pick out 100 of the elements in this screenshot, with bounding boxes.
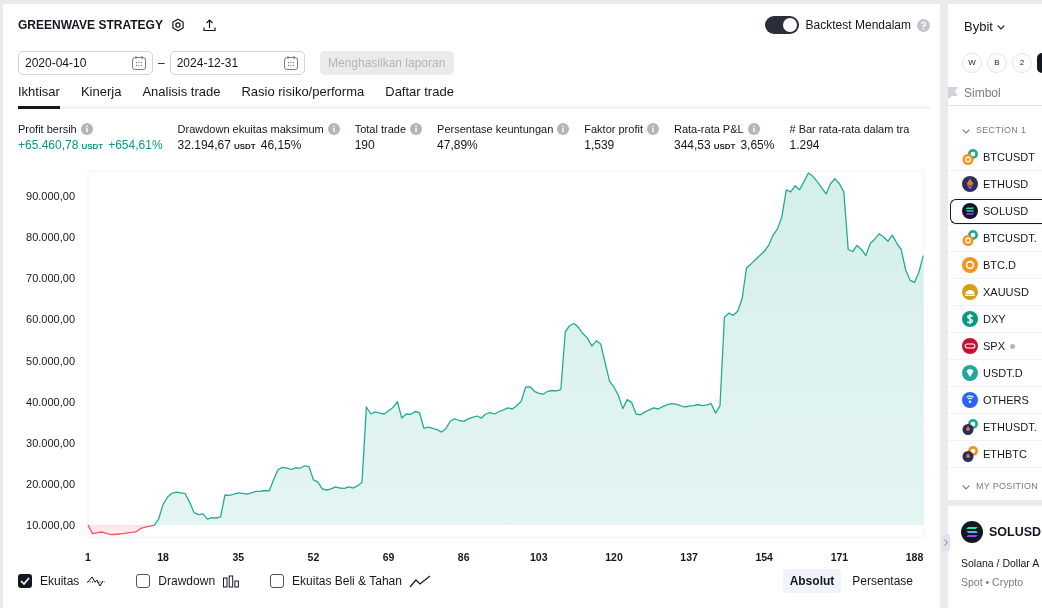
metric-label: # Bar rata-rata dalam tra <box>789 121 910 137</box>
metric-label: Faktor profit <box>584 121 643 137</box>
filter-chip[interactable]: 2 <box>1012 53 1032 73</box>
watchlist-item[interactable]: XAUUSD <box>950 279 1042 305</box>
watchlist-item[interactable]: ETHUSD <box>950 171 1042 197</box>
chevron-down-icon <box>962 484 970 490</box>
y-axis-label: 70.000,00 <box>26 272 75 285</box>
calendar-icon[interactable] <box>282 55 299 71</box>
y-axis-label: 90.000,00 <box>26 190 75 202</box>
x-axis-label: 35 <box>232 551 245 563</box>
checkbox-label: Drawdown <box>158 573 216 590</box>
watchlist-item[interactable]: ETHBTC <box>950 441 1042 467</box>
checkbox-label: Ekuitas Beli & Tahan <box>292 573 402 590</box>
metric-value: 344,53 <box>673 137 711 153</box>
x-axis-label: 86 <box>457 551 470 563</box>
date-field[interactable]: 2024-12-31 <box>169 51 305 75</box>
stripes-coin-icon <box>962 203 978 219</box>
watchlist-item[interactable]: DXY <box>950 306 1042 332</box>
metric-value: +65.460,78 <box>18 137 79 153</box>
checkmark-icon <box>20 577 30 585</box>
watchlist-item[interactable]: BTCUSDT. <box>950 225 1042 251</box>
x-axis-label: 103 <box>530 551 548 563</box>
watchlist-item[interactable]: OTHERS <box>950 387 1042 413</box>
filter-chip[interactable]: W <box>962 53 982 73</box>
metric-value: 32.194,67 <box>177 137 231 153</box>
upload-icon[interactable] <box>202 18 216 32</box>
checkbox-label: Ekuitas <box>40 573 80 590</box>
watchlist-item[interactable]: BTC.D <box>950 252 1042 278</box>
metric-label: Persentase keuntungan <box>437 121 554 137</box>
metric-label: Drawdown ekuitas maksimum <box>177 121 324 137</box>
metric-value: 190 <box>354 137 375 153</box>
chevron-down-icon <box>996 24 1005 30</box>
section-header[interactable]: MY POSITION <box>948 476 1042 498</box>
y-axis-label: 80.000,00 <box>26 231 75 244</box>
watchlist-item[interactable]: USDT.D <box>950 360 1042 386</box>
filter-chip[interactable]: B <box>987 53 1007 73</box>
date-field[interactable]: 2020-04-10 <box>18 51 153 75</box>
settings-icon[interactable] <box>170 18 185 32</box>
metric-percent: +654,61% <box>108 137 163 153</box>
x-axis-label: 52 <box>307 551 320 563</box>
x-axis-label: 154 <box>755 551 773 563</box>
metric-label: Rata-rata P&L <box>673 121 744 137</box>
line-chart-icon <box>408 574 431 588</box>
strategy-title: GREENWAVE STRATEGY <box>18 17 163 34</box>
pill-coin-icon <box>962 338 978 354</box>
coin-pair-icon <box>962 419 978 435</box>
metric-value: 47,89% <box>437 137 478 153</box>
chevron-down-icon <box>962 128 970 134</box>
column-header: Simbol <box>964 84 1001 102</box>
toggle-label: Backtest Mendalam <box>805 17 911 34</box>
watchlist-item[interactable]: ETHUSDT. <box>950 414 1042 440</box>
scale-option[interactable]: Absolut <box>782 569 842 593</box>
x-axis-label: 171 <box>830 551 849 563</box>
date-separator: – <box>158 55 165 72</box>
stripes-coin-icon <box>961 521 983 543</box>
y-axis-label: 60.000,00 <box>26 313 75 326</box>
symbol-description: Solana / Dollar A <box>961 556 1041 571</box>
tab[interactable]: Analisis trade <box>142 77 221 109</box>
watchlist-item[interactable]: SOLUSD <box>950 198 1042 224</box>
signal-coin-icon <box>962 392 978 408</box>
checkbox[interactable] <box>270 574 285 588</box>
tab[interactable]: Kinerja <box>80 77 122 109</box>
section-header[interactable]: SECTION 1 <box>948 118 1042 144</box>
arch-coin-icon <box>962 284 978 300</box>
currency-unit: USDT <box>713 141 736 153</box>
ring-coin-icon <box>962 257 978 273</box>
metric-label: Total trade <box>354 121 407 137</box>
exchange-dropdown[interactable]: Bybit <box>964 17 1005 37</box>
checkbox[interactable] <box>136 574 151 588</box>
checkbox[interactable] <box>18 574 32 588</box>
coin-pair-icon <box>962 230 978 246</box>
y-axis-label: 40.000,00 <box>26 395 75 408</box>
watchlist-item[interactable]: BTCUSDT <box>950 144 1042 170</box>
metric-value: 1.294 <box>789 137 820 153</box>
x-axis-label: 18 <box>157 551 169 563</box>
x-axis-label: 188 <box>905 551 924 563</box>
tab[interactable]: Daftar trade <box>385 77 454 109</box>
scale-option[interactable]: Persentase <box>845 569 920 593</box>
calendar-icon[interactable] <box>131 55 147 71</box>
filter-chip[interactable] <box>1037 53 1042 73</box>
y-axis-label: 20.000,00 <box>26 477 75 490</box>
x-axis-label: 137 <box>680 551 698 563</box>
metric-label: Profit bersih <box>18 121 77 137</box>
bar-chart-icon <box>222 574 241 588</box>
coin-pair-icon <box>962 149 978 165</box>
symbol-name: SOLUSD <box>989 523 1042 541</box>
chevron-right-icon <box>944 539 948 546</box>
symbol-category: Spot • Crypto <box>961 575 1025 590</box>
watchlist-item[interactable]: SPX <box>950 333 1042 359</box>
tab[interactable]: Rasio risiko/performa <box>241 77 365 109</box>
diamond-coin-icon <box>962 176 978 192</box>
currency-unit: USDT <box>233 141 256 153</box>
x-axis-label: 120 <box>605 551 623 563</box>
y-axis-label: 30.000,00 <box>26 436 75 449</box>
metric-value: 1,539 <box>584 137 615 153</box>
collapse-handle[interactable] <box>942 534 950 551</box>
y-axis-label: 50.000,00 <box>26 354 75 367</box>
dollar-coin-icon <box>962 311 978 327</box>
tab[interactable]: Ikhtisar <box>18 77 60 109</box>
deep-backtest-toggle[interactable] <box>764 16 799 34</box>
